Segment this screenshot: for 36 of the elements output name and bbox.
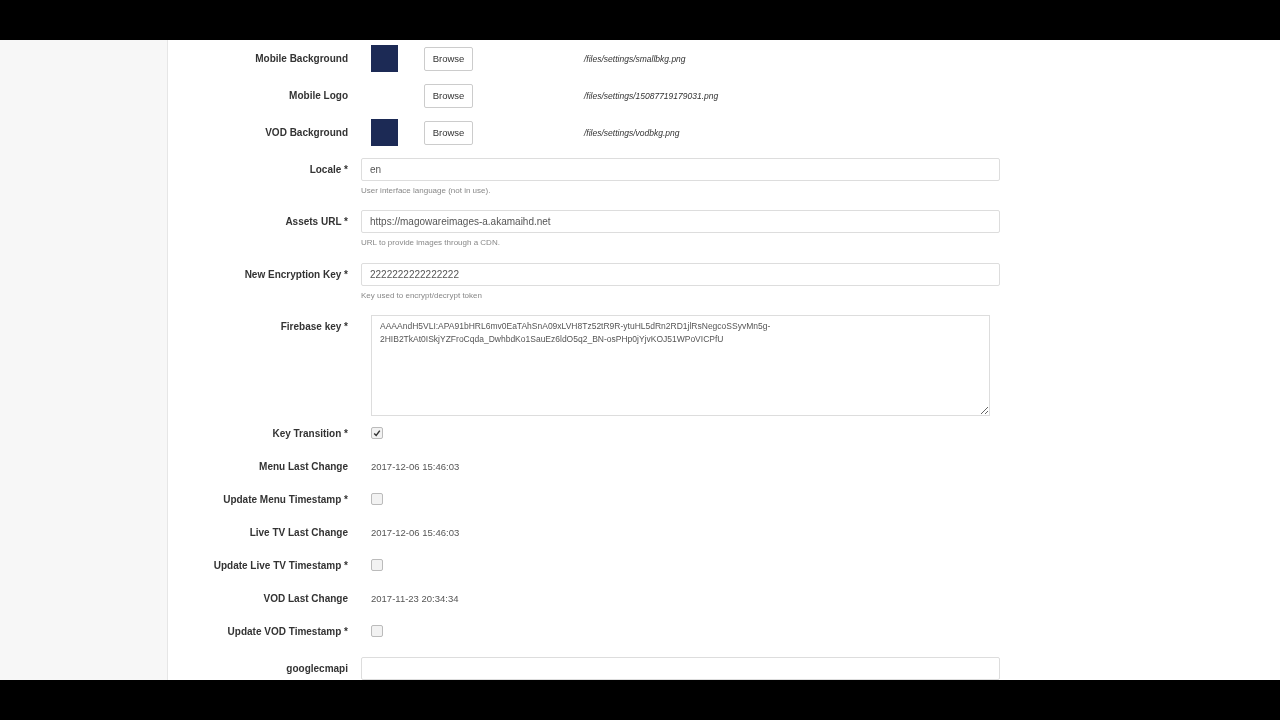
help-text: User interface language (not in use). bbox=[361, 186, 492, 195]
text-area[interactable]: AAAAndH5VLI:APA91bHRL6mv0EaTAhSnA09xLVH8Tz52tR9R-ytuHL5dRn2RD1jlRsNegcoSSyvMn5g-2HIB2TkAt0ISkjYZFroCqda_DwhbdKo1SauEz6ldO5q2_BN-osPHp0jYjvKOJ51WPoVICPfU bbox=[371, 315, 990, 416]
timestamp-value: 2017-12-06 15:46:03 bbox=[371, 527, 460, 538]
field-label: Locale * bbox=[308, 163, 348, 177]
field-label: googlecmapi bbox=[285, 662, 348, 676]
field-label: Menu Last Change bbox=[258, 460, 348, 474]
text-field[interactable]: https://magowareimages-a.akamaihd.net bbox=[361, 210, 1000, 234]
text-field[interactable]: 2222222222222222 bbox=[361, 262, 1000, 286]
browse-button[interactable]: Browse bbox=[424, 46, 473, 71]
timestamp-value: 2017-11-23 20:34:34 bbox=[371, 593, 459, 604]
checkbox[interactable] bbox=[371, 427, 383, 440]
text-field[interactable] bbox=[361, 657, 1000, 680]
field-label: Key Transition * bbox=[271, 427, 348, 441]
field-label: Mobile Background bbox=[254, 52, 348, 66]
browse-button[interactable]: Browse bbox=[424, 83, 473, 108]
help-text: URL to provide images through a CDN. bbox=[361, 238, 501, 248]
field-label: Update Menu Timestamp * bbox=[222, 493, 348, 507]
field-label: VOD Background bbox=[264, 126, 348, 140]
field-label: Update Live TV Timestamp * bbox=[212, 559, 348, 573]
checkbox[interactable] bbox=[371, 625, 383, 638]
help-text: Key used to encrypt/decrypt token bbox=[361, 290, 483, 300]
file-path: /files/settings/smallbkg.png bbox=[584, 53, 686, 64]
timestamp-value: 2017-12-06 15:46:03 bbox=[371, 461, 460, 472]
field-label: Assets URL * bbox=[284, 215, 348, 230]
file-path: /files/settings/vodbkg.png bbox=[584, 127, 680, 138]
text-field[interactable]: en bbox=[361, 158, 1000, 181]
field-label: VOD Last Change bbox=[262, 592, 348, 606]
field-label: New Encryption Key * bbox=[243, 267, 348, 282]
field-label: Live TV Last Change bbox=[248, 526, 348, 540]
checkbox[interactable] bbox=[371, 559, 383, 572]
browse-button[interactable]: Browse bbox=[424, 120, 473, 145]
field-label: Mobile Logo bbox=[288, 89, 348, 103]
field-label: Update VOD Timestamp * bbox=[226, 625, 348, 639]
field-label: Firebase key * bbox=[279, 320, 348, 334]
checkbox[interactable] bbox=[371, 493, 383, 506]
file-path: /files/settings/15087719179031.png bbox=[584, 90, 719, 101]
